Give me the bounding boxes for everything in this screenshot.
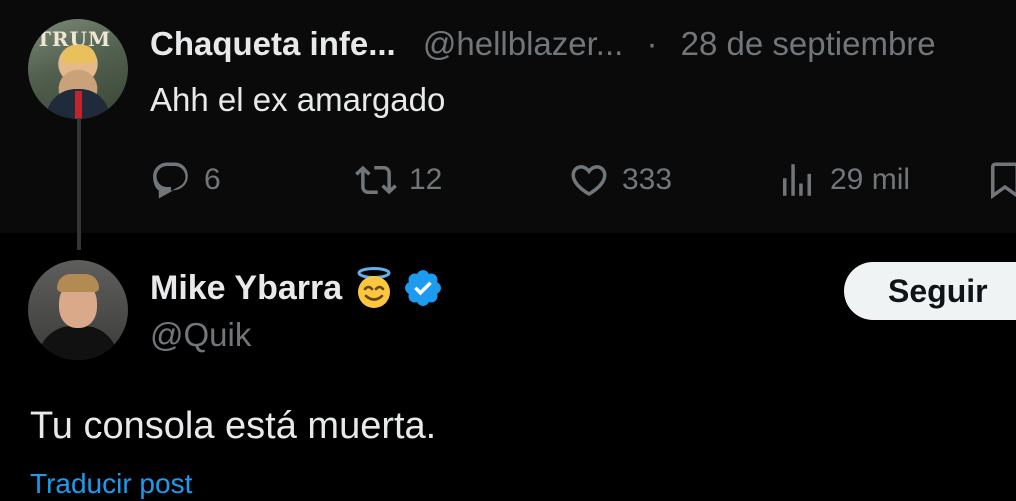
verified-badge-icon[interactable] bbox=[402, 267, 444, 309]
thread-connector-line bbox=[77, 118, 81, 250]
reply-tweet-text: Tu consola está muerta. bbox=[30, 405, 437, 447]
parent-handle[interactable]: @hellblazer... bbox=[423, 25, 623, 62]
bookmark-icon bbox=[991, 162, 1016, 200]
follow-button[interactable]: Seguir bbox=[844, 262, 1016, 320]
reply-tweet-header: Mike Ybarra bbox=[150, 266, 444, 310]
like-count: 333 bbox=[622, 163, 673, 196]
parent-date[interactable]: 28 de septiembre bbox=[681, 25, 936, 62]
tweet-action-bar: 6 12 333 29 mil bbox=[150, 158, 1016, 202]
views-icon bbox=[783, 164, 811, 196]
views-button[interactable]: 29 mil bbox=[776, 158, 910, 202]
like-button[interactable]: 333 bbox=[568, 158, 672, 202]
reply-button[interactable]: 6 bbox=[150, 158, 221, 202]
repost-icon bbox=[355, 165, 397, 195]
reply-display-name-text: Mike Ybarra bbox=[150, 269, 343, 307]
reply-count: 6 bbox=[204, 163, 221, 196]
reply-avatar[interactable] bbox=[28, 260, 128, 360]
views-count: 29 mil bbox=[830, 163, 911, 196]
parent-avatar[interactable]: TRUM bbox=[28, 19, 128, 119]
repost-count: 12 bbox=[409, 163, 443, 196]
parent-tweet-header: Chaqueta infe... @hellblazer... · 28 de … bbox=[150, 24, 936, 64]
translate-post-link[interactable]: Traducir post bbox=[30, 467, 192, 501]
reply-display-name[interactable]: Mike Ybarra bbox=[150, 266, 444, 310]
bookmark-button[interactable] bbox=[984, 158, 1016, 202]
like-icon bbox=[571, 165, 607, 197]
reply-icon bbox=[153, 162, 188, 199]
parent-tweet[interactable]: TRUM Chaqueta infe... @hellblazer... · 2… bbox=[0, 0, 1016, 233]
smiling-face-with-halo-icon bbox=[357, 267, 391, 308]
parent-display-name[interactable]: Chaqueta infe... bbox=[150, 25, 396, 62]
dot-separator: · bbox=[646, 25, 658, 62]
reply-handle[interactable]: @Quik bbox=[150, 315, 251, 355]
repost-button[interactable]: 12 bbox=[355, 158, 442, 202]
parent-tweet-text: Ahh el ex amargado bbox=[150, 81, 446, 118]
